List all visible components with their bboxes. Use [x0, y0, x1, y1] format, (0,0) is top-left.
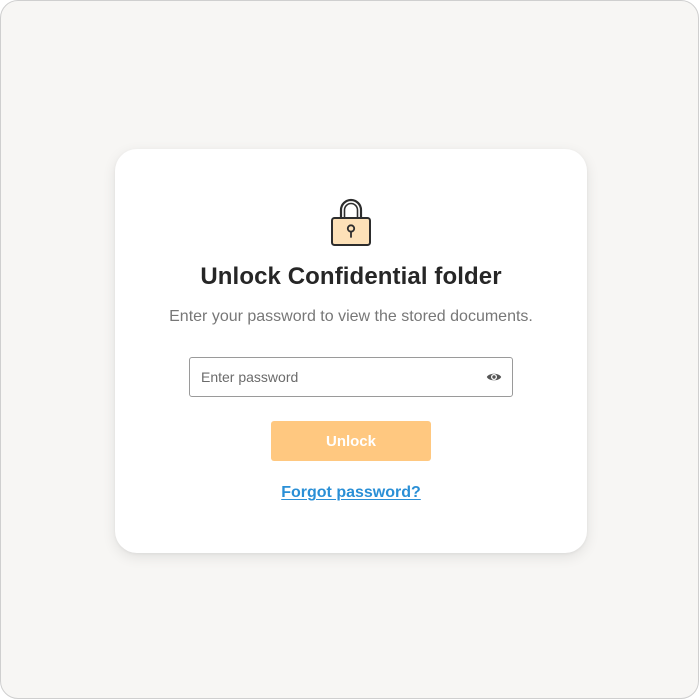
- forgot-password-link[interactable]: Forgot password?: [281, 484, 421, 501]
- password-input[interactable]: [190, 358, 470, 396]
- eye-icon[interactable]: [486, 370, 502, 384]
- dialog-title: Unlock Confidential folder: [200, 263, 502, 290]
- padlock-icon: [331, 198, 371, 246]
- password-field-container: [189, 357, 513, 397]
- app-background: Unlock Confidential folder Enter your pa…: [0, 0, 699, 699]
- unlock-button[interactable]: Unlock: [271, 421, 431, 461]
- dialog-subtitle: Enter your password to view the stored d…: [169, 308, 533, 325]
- unlock-dialog: Unlock Confidential folder Enter your pa…: [115, 149, 587, 553]
- forgot-password-row: Forgot password?: [115, 484, 587, 502]
